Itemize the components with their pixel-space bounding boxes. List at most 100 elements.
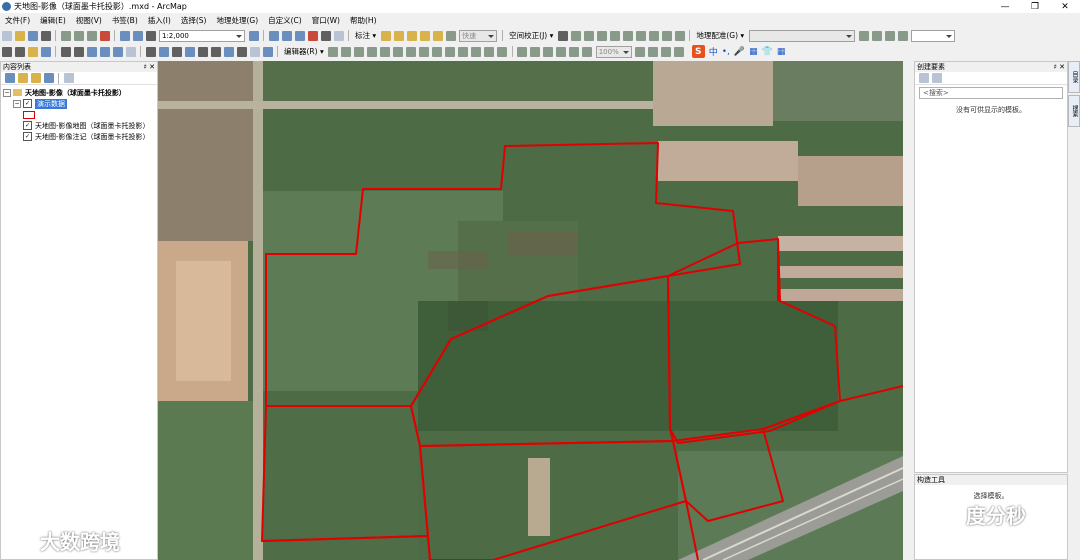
menu-geoprocessing[interactable]: 地理处理(G) <box>211 15 263 26</box>
layer-row-imagery[interactable]: ✓ 天地图-影像地图（球面墨卡托投影） <box>3 120 155 131</box>
edit-vertices-icon[interactable] <box>406 46 417 57</box>
layer-name[interactable]: 天地图-影像注记（球面墨卡托投影） <box>35 132 150 142</box>
menu-help[interactable]: 帮助(H) <box>345 15 382 26</box>
filter-templates-icon[interactable] <box>931 73 942 83</box>
select-features-icon[interactable] <box>112 46 123 57</box>
list-by-drawing-order-icon[interactable] <box>4 73 15 83</box>
label-weight-icon[interactable] <box>406 30 417 41</box>
layer-visibility-checkbox[interactable]: ✓ <box>23 99 32 108</box>
point-icon[interactable] <box>393 46 404 57</box>
attributes-icon[interactable] <box>471 46 482 57</box>
parcel-polygon-5[interactable] <box>419 440 687 560</box>
spatial-adjustment-menu[interactable]: 空间校正(J) ▾ <box>509 30 553 41</box>
editor-menu[interactable]: 编辑器(R) ▾ <box>284 46 324 57</box>
layout-zoom-in-icon[interactable] <box>530 46 541 57</box>
maximize-button[interactable]: ❐ <box>1020 0 1050 13</box>
create-viewer-window-icon[interactable] <box>262 46 273 57</box>
layer-visibility-checkbox[interactable]: ✓ <box>23 132 32 141</box>
layer-visibility-checkbox[interactable]: ✓ <box>23 121 32 130</box>
go-to-xy-icon[interactable] <box>236 46 247 57</box>
model-builder-icon[interactable] <box>333 30 344 41</box>
ime-skin-icon[interactable]: 👕 <box>762 47 773 57</box>
full-extent-icon[interactable] <box>40 46 51 57</box>
identity-link-icon[interactable] <box>609 30 620 41</box>
topology-icon[interactable] <box>517 46 528 57</box>
collapse-icon[interactable]: − <box>13 99 21 108</box>
add-data-icon[interactable] <box>145 30 156 41</box>
lock-labels-icon[interactable] <box>419 30 430 41</box>
zoom-100-icon[interactable] <box>582 46 593 57</box>
list-by-visibility-icon[interactable] <box>30 73 41 83</box>
menu-file[interactable]: 文件(F) <box>0 15 35 26</box>
find-input[interactable] <box>911 29 956 42</box>
measure-icon[interactable] <box>197 46 208 57</box>
toc-options-icon[interactable] <box>63 73 74 83</box>
menu-customize[interactable]: 自定义(C) <box>263 15 307 26</box>
toggle-draft-mode-icon[interactable] <box>635 46 646 57</box>
parcel-polygon-6[interactable] <box>672 428 784 522</box>
catalog-tab[interactable]: 目录 <box>1068 61 1080 93</box>
georef-layer-combo[interactable] <box>749 29 856 42</box>
multi-displacement-icon[interactable] <box>596 30 607 41</box>
view-link-table-icon[interactable] <box>648 30 659 41</box>
ime-keyboard-icon[interactable]: ▦ <box>749 47 758 57</box>
template-search-input[interactable]: <搜索> <box>919 87 1063 99</box>
menu-edit[interactable]: 编辑(E) <box>35 15 71 26</box>
create-features-icon[interactable] <box>497 46 508 57</box>
view-unplaced-labels-icon[interactable] <box>445 30 456 41</box>
sketch-properties-icon[interactable] <box>484 46 495 57</box>
parcel-polygon-3[interactable] <box>667 238 841 444</box>
fixed-zoom-in-icon[interactable] <box>60 46 71 57</box>
layout-pan-icon[interactable] <box>556 46 567 57</box>
menu-insert[interactable]: 插入(I) <box>143 15 176 26</box>
html-popup-icon[interactable] <box>184 46 195 57</box>
previous-extent-icon[interactable] <box>86 46 97 57</box>
parcel-polygon-4[interactable] <box>261 405 429 542</box>
new-displacement-link-icon[interactable] <box>570 30 581 41</box>
new-document-icon[interactable] <box>1 30 12 41</box>
clear-limit-area-icon[interactable] <box>635 30 646 41</box>
select-elements-icon[interactable] <box>557 30 568 41</box>
split-icon[interactable] <box>445 46 456 57</box>
parcel-polygon-2[interactable] <box>410 275 674 447</box>
view-link-table-georef-icon[interactable] <box>897 30 908 41</box>
python-window-icon[interactable] <box>320 30 331 41</box>
collapse-icon[interactable]: − <box>3 88 11 97</box>
close-button[interactable]: ✕ <box>1050 0 1080 13</box>
clear-selection-icon[interactable] <box>125 46 136 57</box>
menu-selection[interactable]: 选择(S) <box>176 15 212 26</box>
time-slider-icon[interactable] <box>249 46 260 57</box>
hyperlink-icon[interactable] <box>171 46 182 57</box>
edge-match-icon[interactable] <box>661 30 672 41</box>
print-icon[interactable] <box>40 30 51 41</box>
rotate-icon[interactable] <box>858 30 869 41</box>
menu-bookmarks[interactable]: 书签(B) <box>107 15 143 26</box>
organize-templates-icon[interactable] <box>918 73 929 83</box>
copy-icon[interactable] <box>73 30 84 41</box>
create-features-pin-close[interactable]: ♯ ✕ <box>1054 62 1065 72</box>
zoom-in-icon[interactable] <box>1 46 12 57</box>
arctoolbox-icon[interactable] <box>307 30 318 41</box>
zoom-whole-page-icon[interactable] <box>569 46 580 57</box>
ime-voice-icon[interactable]: 🎤 <box>734 47 745 57</box>
layout-zoom-out-icon[interactable] <box>543 46 554 57</box>
map-display[interactable] <box>158 61 903 560</box>
map-vertical-scrollbar[interactable] <box>903 61 913 560</box>
modify-link-icon[interactable] <box>583 30 594 41</box>
add-control-points-icon[interactable] <box>884 30 895 41</box>
save-icon[interactable] <box>27 30 38 41</box>
sogou-logo-icon[interactable]: S <box>691 45 705 58</box>
open-folder-icon[interactable] <box>14 30 25 41</box>
change-layout-icon[interactable] <box>661 46 672 57</box>
paste-icon[interactable] <box>86 30 97 41</box>
toc-pin-close[interactable]: ♯ ✕ <box>144 62 155 72</box>
table-of-contents-icon[interactable] <box>268 30 279 41</box>
layout-zoom-combo[interactable]: 100% <box>595 45 632 58</box>
label-priority-icon[interactable] <box>393 30 404 41</box>
layer-row-demo[interactable]: − ✓ 演示数据 <box>3 98 155 109</box>
label-quality-combo[interactable]: 快速 <box>459 29 498 42</box>
identify-icon[interactable] <box>158 46 169 57</box>
attribute-transfer-icon[interactable] <box>674 30 685 41</box>
edit-tool-icon[interactable] <box>328 46 339 57</box>
zoom-out-icon[interactable] <box>14 46 25 57</box>
